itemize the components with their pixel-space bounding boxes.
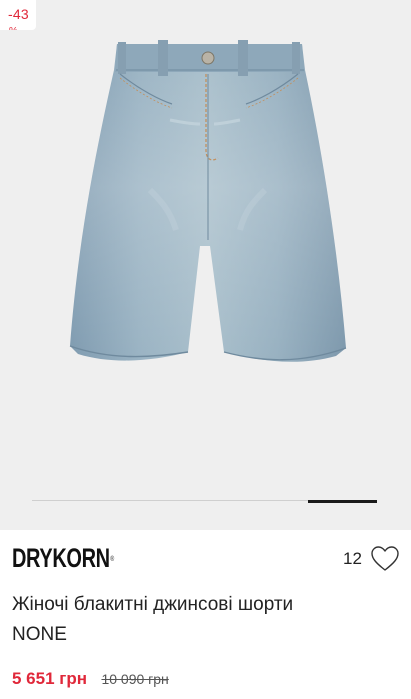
favorites-count: 12 bbox=[343, 549, 362, 568]
product-title: Жіночі блакитні джинсові шорти NONE bbox=[12, 590, 402, 650]
brand-name: DRYKORN bbox=[12, 543, 110, 573]
product-title-line-2: NONE bbox=[12, 624, 67, 645]
product-image bbox=[0, 0, 411, 500]
old-price: 10 090 грн bbox=[101, 671, 169, 687]
product-gallery[interactable]: -43 % bbox=[0, 0, 411, 530]
discount-badge-value: -43 bbox=[8, 6, 29, 22]
heart-outline-icon bbox=[371, 546, 399, 571]
product-info: DRYKORN® 12 Жіночі блакитні джинсові шор… bbox=[0, 530, 411, 699]
favorite-button[interactable] bbox=[370, 544, 400, 574]
product-title-line-1: Жіночі блакитні джинсові шорти bbox=[12, 594, 294, 615]
brand-registered-mark: ® bbox=[110, 556, 114, 563]
brand-logo[interactable]: DRYKORN® bbox=[12, 541, 114, 575]
discount-badge: -43 % bbox=[0, 0, 36, 30]
product-card: -43 % DRYKORN® 12 Жіночі блакитні джинсо… bbox=[0, 0, 411, 699]
carousel-progress-indicator bbox=[308, 500, 377, 503]
discount-badge-suffix: % bbox=[9, 24, 18, 30]
price-row: 5 651 грн 10 090 грн bbox=[12, 669, 169, 693]
current-price: 5 651 грн bbox=[12, 669, 87, 688]
